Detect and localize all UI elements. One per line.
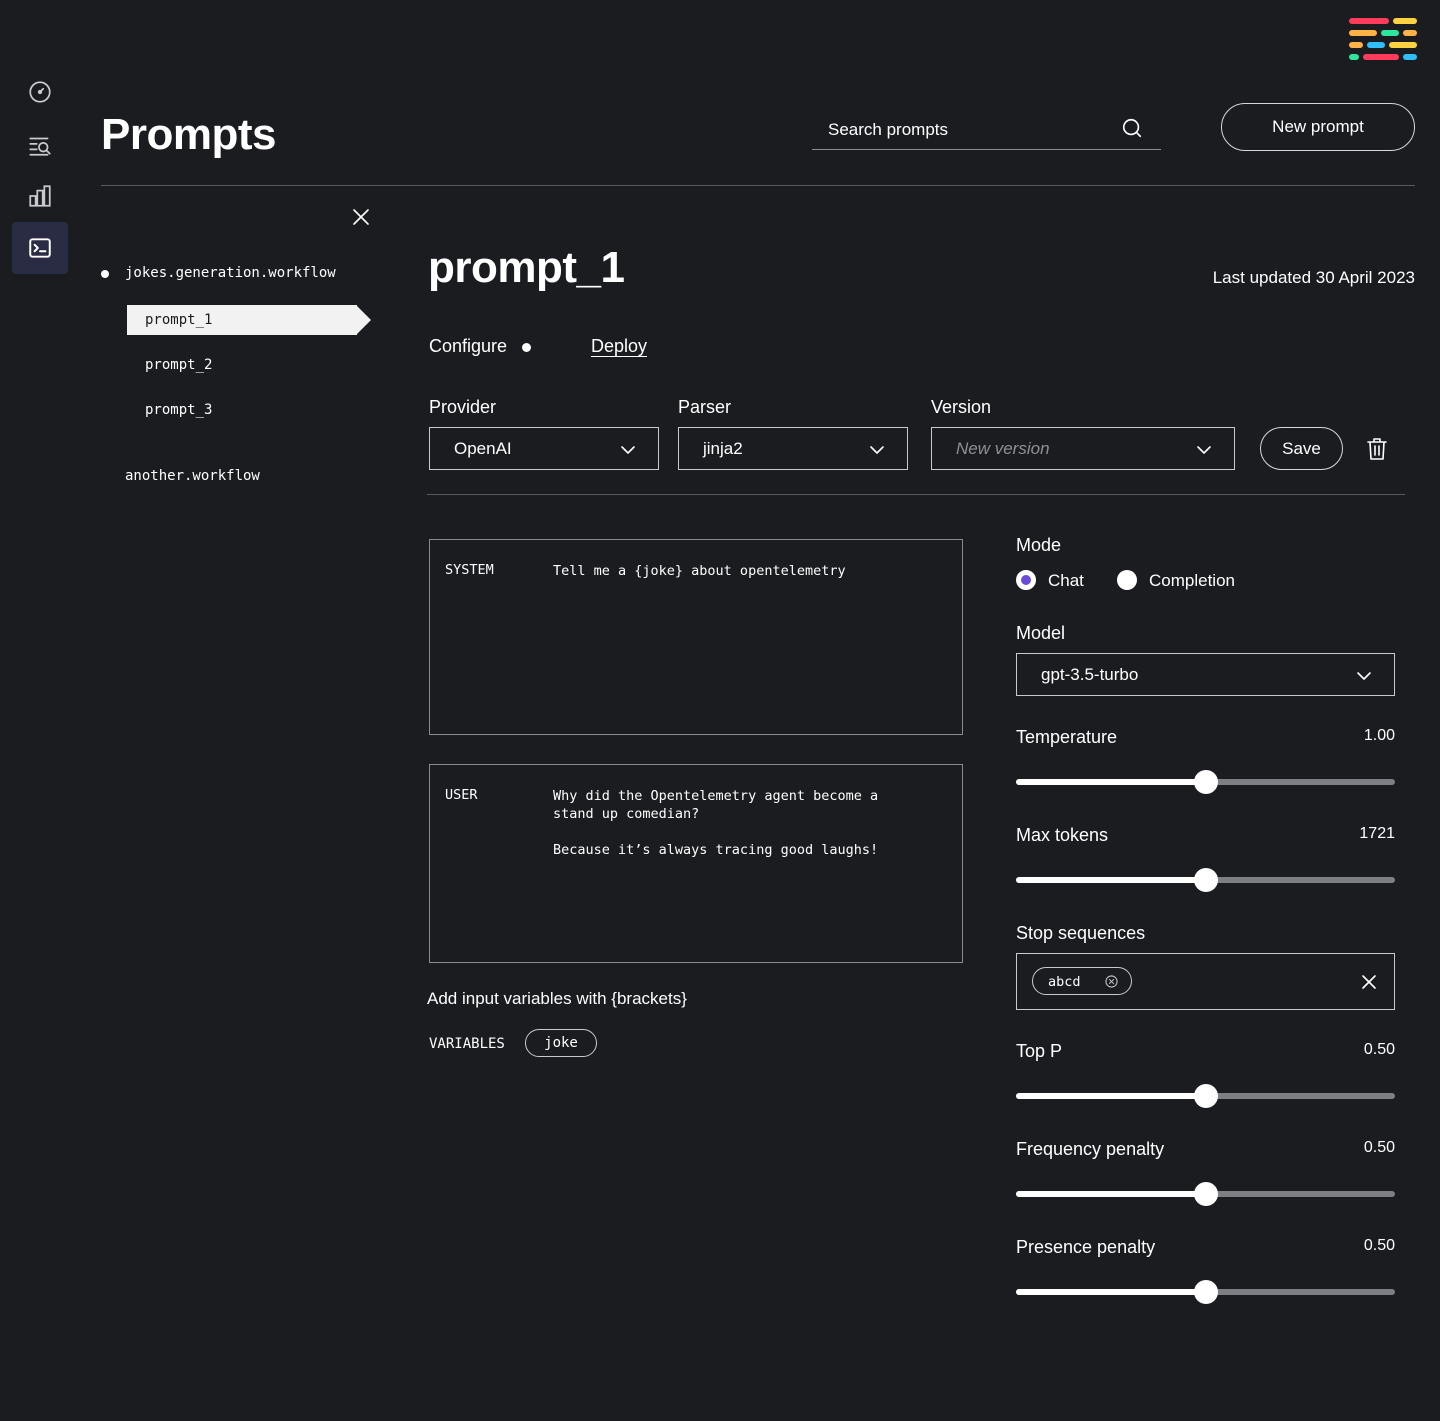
active-workflow-dot <box>101 270 109 278</box>
brand-logo <box>1348 18 1418 60</box>
mode-completion-label[interactable]: Completion <box>1149 571 1235 591</box>
chevron-down-icon <box>1197 446 1211 454</box>
user-message-box[interactable]: USER Why did the Opentelemetry agent bec… <box>429 764 963 963</box>
slider-fill <box>1016 779 1206 785</box>
stop-sequences-label: Stop sequences <box>1016 923 1146 943</box>
stop-sequence-text: abcd <box>1048 974 1081 990</box>
version-select[interactable]: New version <box>931 427 1235 470</box>
message-role: SYSTEM <box>445 562 494 578</box>
frequency-penalty-value: 0.50 <box>1363 1139 1395 1156</box>
slider-fill <box>1016 1191 1206 1197</box>
top-p-label: Top P <box>1016 1041 1063 1061</box>
chevron-down-icon <box>870 446 884 454</box>
model-value: gpt-3.5-turbo <box>1041 665 1139 684</box>
max-tokens-value: 1721 <box>1359 825 1395 842</box>
message-text[interactable]: Why did the Opentelemetry agent become a… <box>553 787 933 859</box>
temperature-value: 1.00 <box>1363 727 1395 744</box>
message-text[interactable]: Tell me a {joke} about opentelemetry <box>553 562 933 580</box>
chevron-down-icon <box>1357 672 1371 680</box>
version-placeholder: New version <box>956 439 1050 458</box>
slider-thumb[interactable] <box>1193 770 1218 794</box>
frequency-penalty-slider[interactable] <box>1016 1182 1395 1206</box>
mode-chat-label[interactable]: Chat <box>1048 571 1084 591</box>
tab-configure[interactable]: Configure <box>429 336 507 357</box>
search-placeholder: Search prompts <box>828 120 948 139</box>
dashboard-icon[interactable] <box>12 66 68 118</box>
terminal-icon[interactable] <box>12 222 68 274</box>
provider-value: OpenAI <box>454 439 512 458</box>
prompt-item-selected[interactable]: prompt_1 <box>127 305 372 335</box>
prompt-item[interactable]: prompt_2 <box>145 357 212 373</box>
variables-label: VARIABLES <box>429 1036 505 1052</box>
system-message-box[interactable]: SYSTEM Tell me a {joke} about openteleme… <box>429 539 963 735</box>
save-button[interactable]: Save <box>1260 427 1343 470</box>
new-prompt-button[interactable]: New prompt <box>1221 103 1415 151</box>
clear-icon[interactable] <box>1361 974 1377 990</box>
slider-fill <box>1016 1093 1206 1099</box>
mode-chat-radio[interactable] <box>1016 570 1036 590</box>
active-tab-dot <box>522 343 531 352</box>
parser-label: Parser <box>678 397 732 417</box>
slider-fill <box>1016 1289 1206 1295</box>
frequency-penalty-label: Frequency penalty <box>1016 1139 1165 1159</box>
page-title: Prompts <box>101 110 276 159</box>
workflow-item[interactable]: jokes.generation.workflow <box>125 265 336 281</box>
search-icon[interactable] <box>1121 117 1143 139</box>
last-updated: Last updated 30 April 2023 <box>1212 268 1415 287</box>
parser-value: jinja2 <box>703 439 743 458</box>
trash-icon[interactable] <box>1366 437 1388 461</box>
slider-thumb[interactable] <box>1193 868 1218 892</box>
mode-label: Mode <box>1016 535 1062 555</box>
search-input[interactable]: Search prompts <box>812 108 1161 150</box>
variables-hint: Add input variables with {brackets} <box>427 989 687 1008</box>
close-sidebar-icon[interactable] <box>352 208 370 226</box>
slider-thumb[interactable] <box>1193 1280 1218 1304</box>
presence-penalty-slider[interactable] <box>1016 1280 1395 1304</box>
presence-penalty-label: Presence penalty <box>1016 1237 1156 1257</box>
stop-sequences-input[interactable]: abcd <box>1016 953 1395 1010</box>
max-tokens-slider[interactable] <box>1016 868 1395 892</box>
top-p-slider[interactable] <box>1016 1084 1395 1108</box>
remove-chip-icon[interactable] <box>1105 975 1118 988</box>
slider-thumb[interactable] <box>1193 1084 1218 1108</box>
config-divider <box>427 494 1405 495</box>
presence-penalty-value: 0.50 <box>1363 1237 1395 1254</box>
slider-fill <box>1016 877 1206 883</box>
model-label: Model <box>1016 623 1066 643</box>
stop-sequence-chip[interactable]: abcd <box>1032 967 1132 995</box>
prompt-item-label: prompt_1 <box>145 312 213 328</box>
workflow-item[interactable]: another.workflow <box>125 468 260 484</box>
temperature-label: Temperature <box>1016 727 1118 747</box>
mode-completion-radio[interactable] <box>1117 570 1137 590</box>
max-tokens-label: Max tokens <box>1016 825 1109 845</box>
provider-label: Provider <box>429 397 497 417</box>
header-divider <box>101 185 1415 186</box>
chevron-down-icon <box>621 446 635 454</box>
variable-chip[interactable]: joke <box>525 1029 597 1057</box>
message-role: USER <box>445 787 478 803</box>
temperature-slider[interactable] <box>1016 770 1395 794</box>
top-p-value: 0.50 <box>1363 1041 1395 1058</box>
version-label: Version <box>931 397 992 417</box>
provider-select[interactable]: OpenAI <box>429 427 659 470</box>
prompt-title: prompt_1 <box>428 243 625 292</box>
parser-select[interactable]: jinja2 <box>678 427 908 470</box>
slider-thumb[interactable] <box>1193 1182 1218 1206</box>
search-list-icon[interactable] <box>12 119 68 171</box>
prompt-item[interactable]: prompt_3 <box>145 402 212 418</box>
bar-chart-icon[interactable] <box>12 170 68 222</box>
model-select[interactable]: gpt-3.5-turbo <box>1016 653 1395 696</box>
tab-deploy[interactable]: Deploy <box>591 336 647 357</box>
